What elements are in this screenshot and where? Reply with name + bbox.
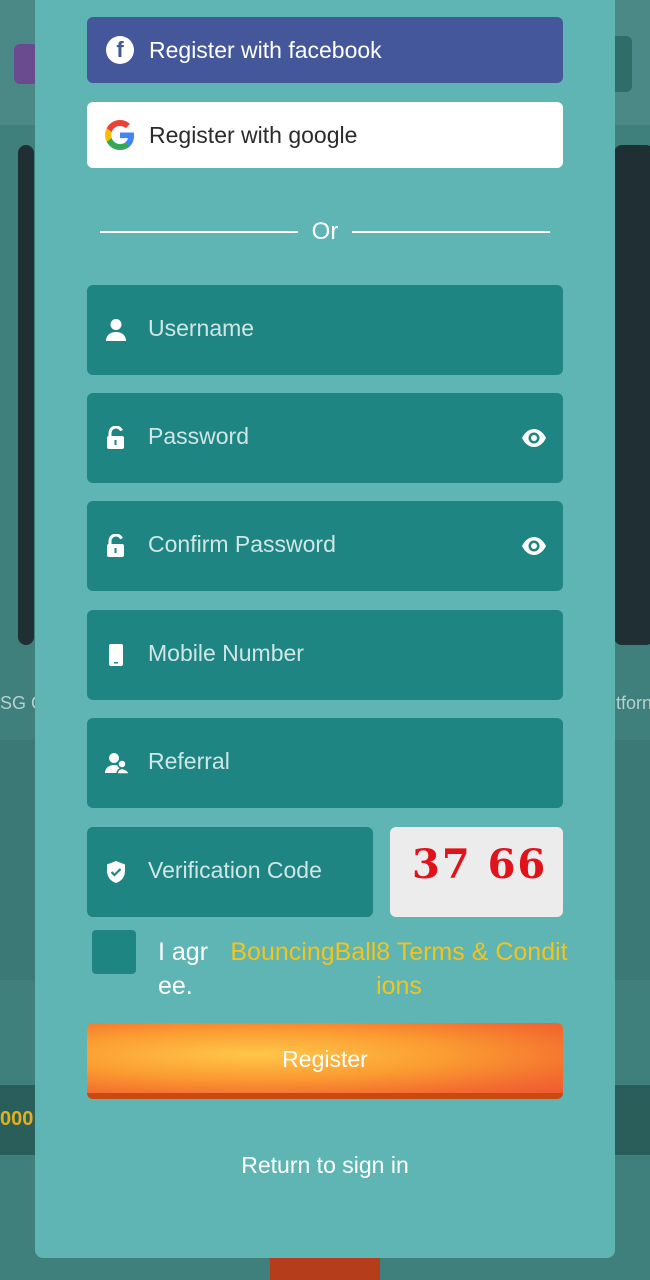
register-button[interactable]: Register [87, 1023, 563, 1099]
eye-icon[interactable] [521, 426, 547, 450]
background-card-right [614, 145, 650, 645]
lock-icon [105, 533, 127, 558]
register-google-button[interactable]: Register with google [87, 102, 563, 168]
password-placeholder: Password [148, 423, 249, 449]
username-placeholder: Username [148, 315, 255, 341]
referral-field[interactable]: Referral [87, 718, 563, 808]
confirm-password-placeholder: Confirm Password [148, 531, 336, 557]
terms-link[interactable]: BouncingBall8 Terms & Conditions [229, 935, 569, 1003]
captcha-image[interactable]: 37 66 [390, 827, 563, 917]
confirm-password-field[interactable]: Confirm Password [87, 501, 563, 591]
phone-icon [105, 643, 127, 667]
referral-placeholder: Referral [148, 748, 230, 774]
agree-checkbox[interactable] [92, 930, 136, 974]
background-bottom-number: 000 [0, 1108, 34, 1130]
google-icon [105, 120, 135, 150]
shield-check-icon [105, 860, 127, 884]
user-icon [105, 318, 127, 342]
register-facebook-button[interactable]: f Register with facebook [87, 17, 563, 83]
agree-prefix: I agree. [158, 938, 209, 1000]
lock-icon [105, 425, 127, 450]
password-field[interactable]: Password [87, 393, 563, 483]
register-google-label: Register with google [149, 121, 358, 148]
register-facebook-label: Register with facebook [149, 36, 382, 63]
username-field[interactable]: Username [87, 285, 563, 375]
users-icon [105, 751, 130, 775]
return-to-sign-in-link[interactable]: Return to sign in [35, 1152, 615, 1179]
eye-icon[interactable] [521, 534, 547, 558]
background-card-left [18, 145, 34, 645]
divider-line-right [352, 231, 550, 233]
mobile-number-placeholder: Mobile Number [148, 640, 304, 666]
background-text-right: tforn [616, 693, 650, 713]
facebook-icon: f [105, 35, 135, 65]
mobile-number-field[interactable]: Mobile Number [87, 610, 563, 700]
verification-code-placeholder: Verification Code [148, 857, 322, 883]
verification-code-field[interactable]: Verification Code [87, 827, 373, 917]
register-modal: f Register with facebook Register with g… [35, 0, 615, 1258]
background-red-tab [270, 1255, 380, 1280]
captcha-code: 37 66 [412, 841, 548, 888]
or-divider: Or [100, 212, 550, 252]
